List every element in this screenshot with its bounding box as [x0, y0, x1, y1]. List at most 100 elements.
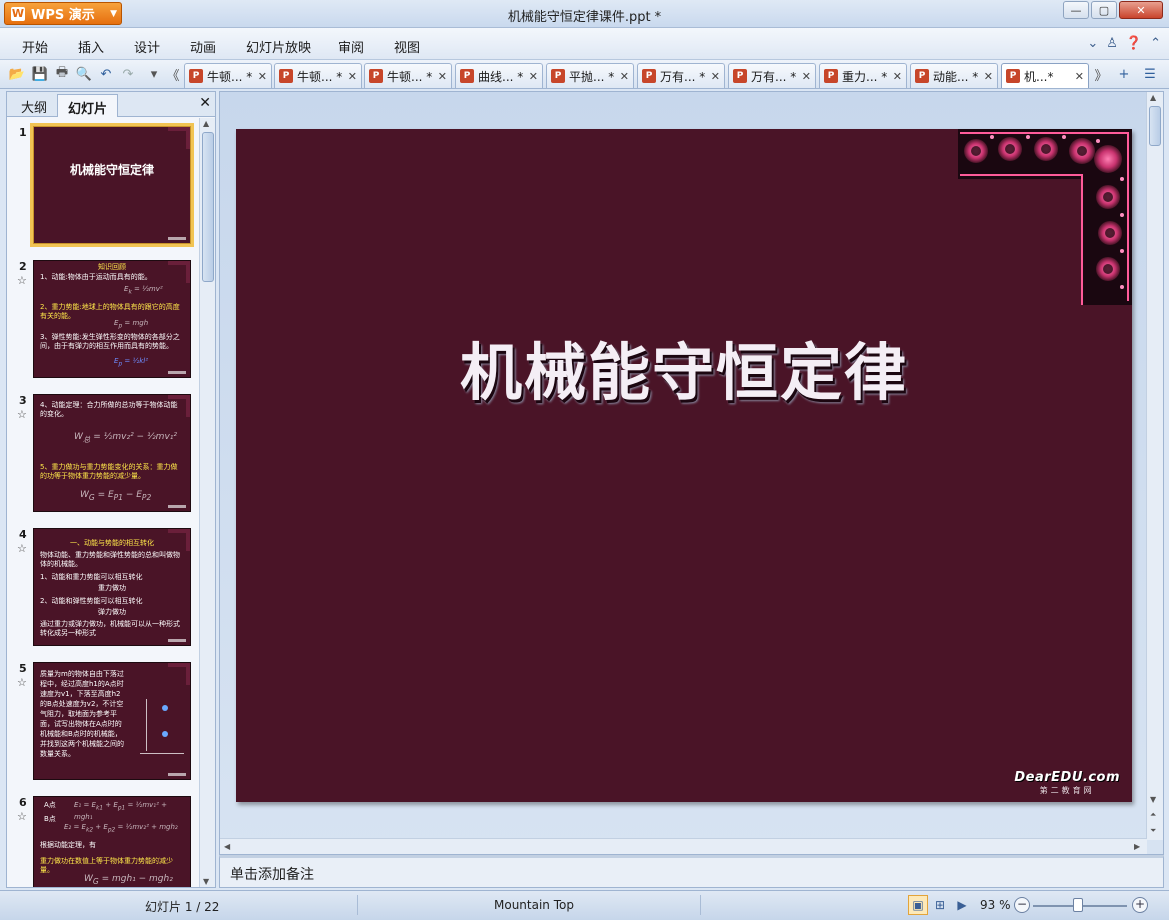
tab-list-icon[interactable]: ☰ [1141, 65, 1159, 83]
doc-tab[interactable]: P 曲线... * ✕ [455, 63, 543, 88]
collapse-ribbon-icon[interactable]: ⌄ [1087, 36, 1098, 51]
thumbnail-scrollbar[interactable]: ▲ ▼ [199, 118, 215, 887]
animation-star-icon[interactable]: ☆ [17, 274, 27, 287]
slide-sorter-icon[interactable]: ⊞ [930, 895, 950, 915]
animation-star-icon[interactable]: ☆ [17, 810, 27, 823]
redo-icon[interactable]: ↷ [119, 65, 137, 83]
tabs-scroll-right-icon[interactable]: 》 [1092, 65, 1110, 84]
slide-counter: 幻灯片 1 / 22 [145, 900, 220, 914]
close-tab-icon[interactable]: ✕ [348, 70, 357, 83]
slide-horizontal-scrollbar[interactable]: ◀ ▶ [220, 838, 1147, 854]
close-window-button[interactable]: ✕ [1119, 1, 1163, 19]
menu-slideshow[interactable]: 幻灯片放映 [246, 37, 311, 56]
close-tab-icon[interactable]: ✕ [438, 70, 447, 83]
doc-tab[interactable]: P 万有... * ✕ [728, 63, 816, 88]
slide-thumbnail-4[interactable]: 一、动能与势能的相互转化 物体动能、重力势能和弹性势能的总和叫做物体的机械能。 … [33, 528, 191, 646]
doc-tab[interactable]: P 牛顿... * ✕ [274, 63, 362, 88]
tab-slides[interactable]: 幻灯片 [57, 94, 119, 117]
scroll-thumb[interactable] [1149, 106, 1161, 146]
menu-design[interactable]: 设计 [134, 37, 160, 56]
scroll-down-icon[interactable]: ▼ [1150, 795, 1156, 804]
current-slide[interactable]: 机械能守恒定律 DearEDU.com 第二教育网 [236, 129, 1132, 802]
menu-animation[interactable]: 动画 [190, 37, 216, 56]
notes-placeholder[interactable]: 单击添加备注 [230, 864, 314, 884]
doc-tab-active[interactable]: P 机...* ✕ [1001, 63, 1089, 88]
prev-slide-icon[interactable]: ⏶ [1150, 810, 1156, 820]
close-tab-icon[interactable]: ✕ [258, 70, 267, 83]
doc-tab[interactable]: P 动能... * ✕ [910, 63, 998, 88]
doc-tab[interactable]: P 牛顿... * ✕ [364, 63, 452, 88]
zoom-slider-knob[interactable] [1073, 898, 1083, 912]
thumbnail-number: 6 [19, 796, 27, 809]
normal-view-icon[interactable]: ▣ [908, 895, 928, 915]
animation-star-icon[interactable]: ☆ [17, 542, 27, 555]
open-icon[interactable]: 📂 [8, 65, 26, 83]
close-tab-icon[interactable]: ✕ [711, 70, 720, 83]
slide-thumbnail-1[interactable]: 机械能守恒定律 [30, 123, 194, 247]
doc-tab[interactable]: P 牛顿... * ✕ [184, 63, 272, 88]
help-icon[interactable]: ❓ [1126, 36, 1142, 51]
scroll-down-icon[interactable]: ▼ [203, 877, 209, 886]
zoom-level: 93 % [980, 898, 1011, 912]
ribbon-min-icon[interactable]: ⌃ [1150, 36, 1161, 51]
close-tab-icon[interactable]: ✕ [802, 70, 811, 83]
doc-tab[interactable]: P 万有... * ✕ [637, 63, 725, 88]
slide-vertical-scrollbar[interactable]: ▲ ▼ ⏶ ⏷ [1146, 92, 1163, 840]
slide-thumbnail-6[interactable]: A点 E₁ = Ek1 + Ep1 = ½mv₁² + mgh₁ B点 E₂ =… [33, 796, 191, 887]
animation-star-icon[interactable]: ☆ [17, 676, 27, 689]
thumbnail-line: 1、动能:物体由于运动而具有的能。 [40, 273, 152, 281]
close-pane-icon[interactable]: ✕ [199, 95, 211, 111]
maximize-button[interactable]: ▢ [1091, 1, 1117, 19]
print-preview-icon[interactable]: 🔍 [75, 65, 93, 83]
status-bar: 幻灯片 1 / 22 Mountain Top ▣ ⊞ ▶ 93 % − + [0, 890, 1169, 920]
customize-toolbar-icon[interactable]: ▾ [145, 65, 163, 83]
close-tab-icon[interactable]: ✕ [984, 70, 993, 83]
slide-title[interactable]: 机械能守恒定律 [236, 322, 1132, 412]
scroll-up-icon[interactable]: ▲ [203, 119, 209, 128]
tab-outline[interactable]: 大纲 [11, 94, 57, 117]
thumbnail-line: 知识回顾 [98, 263, 126, 271]
undo-icon[interactable]: ↶ [97, 65, 115, 83]
new-tab-icon[interactable]: + [1115, 65, 1133, 83]
scroll-up-icon[interactable]: ▲ [1150, 93, 1156, 102]
scroll-left-icon[interactable]: ◀ [224, 842, 230, 851]
zoom-out-icon[interactable]: − [1014, 897, 1030, 913]
print-icon[interactable]: 🖶 [53, 65, 71, 83]
close-tab-icon[interactable]: ✕ [1075, 70, 1084, 83]
doc-tab[interactable]: P 平抛... * ✕ [546, 63, 634, 88]
menu-view[interactable]: 视图 [394, 37, 420, 56]
thumbnail-number: 3 [19, 394, 27, 407]
close-tab-icon[interactable]: ✕ [893, 70, 902, 83]
ppt-file-icon: P [460, 69, 474, 83]
thumbnail-watermark [168, 505, 186, 508]
slide-thumbnail-3[interactable]: 4、动能定理：合力所做的总功等于物体动能的变化。 W总 = ½mv₂² − ½m… [33, 394, 191, 512]
minimize-button[interactable]: — [1063, 1, 1089, 19]
tabs-scroll-left-icon[interactable]: 《 [164, 65, 182, 84]
slide-thumbnail-2[interactable]: 知识回顾 1、动能:物体由于运动而具有的能。 Ek = ½mv² 2、重力势能:… [33, 260, 191, 378]
doc-tab[interactable]: P 重力... * ✕ [819, 63, 907, 88]
skin-icon[interactable]: ♙ [1106, 36, 1118, 51]
ppt-file-icon: P [189, 69, 203, 83]
next-slide-icon[interactable]: ⏷ [1150, 826, 1156, 836]
thumbnail-watermark [168, 773, 186, 776]
thumbnail-line: 通过重力或弹力做功，机械能可以从一种形式转化成另一种形式 [40, 620, 180, 637]
zoom-in-icon[interactable]: + [1132, 897, 1148, 913]
scroll-right-icon[interactable]: ▶ [1134, 842, 1140, 851]
animation-star-icon[interactable]: ☆ [17, 408, 27, 421]
maximize-icon: ▢ [1098, 3, 1110, 17]
save-icon[interactable]: 💾 [31, 65, 49, 83]
notes-pane[interactable]: 单击添加备注 [219, 855, 1164, 888]
theme-name: Mountain Top [494, 898, 574, 912]
menu-home[interactable]: 开始 [22, 37, 48, 56]
close-tab-icon[interactable]: ✕ [529, 70, 538, 83]
ppt-file-icon: P [915, 69, 929, 83]
close-tab-icon[interactable]: ✕ [620, 70, 629, 83]
menu-insert[interactable]: 插入 [78, 37, 104, 56]
thumbnail-line: 重力做功 [98, 584, 126, 592]
scroll-thumb[interactable] [202, 132, 214, 282]
thumbnail-number: 1 [19, 126, 27, 139]
menu-review[interactable]: 审阅 [338, 37, 364, 56]
thumbnail-line: 3、弹性势能:发生弹性形变的物体的各部分之间，由于有弹力的相互作用而具有的势能。 [40, 333, 180, 350]
slide-thumbnail-5[interactable]: 质量为m的物体自由下落过程中，经过高度h1的A点时速度为v1，下落至高度h2的B… [33, 662, 191, 780]
slideshow-view-icon[interactable]: ▶ [952, 895, 972, 915]
